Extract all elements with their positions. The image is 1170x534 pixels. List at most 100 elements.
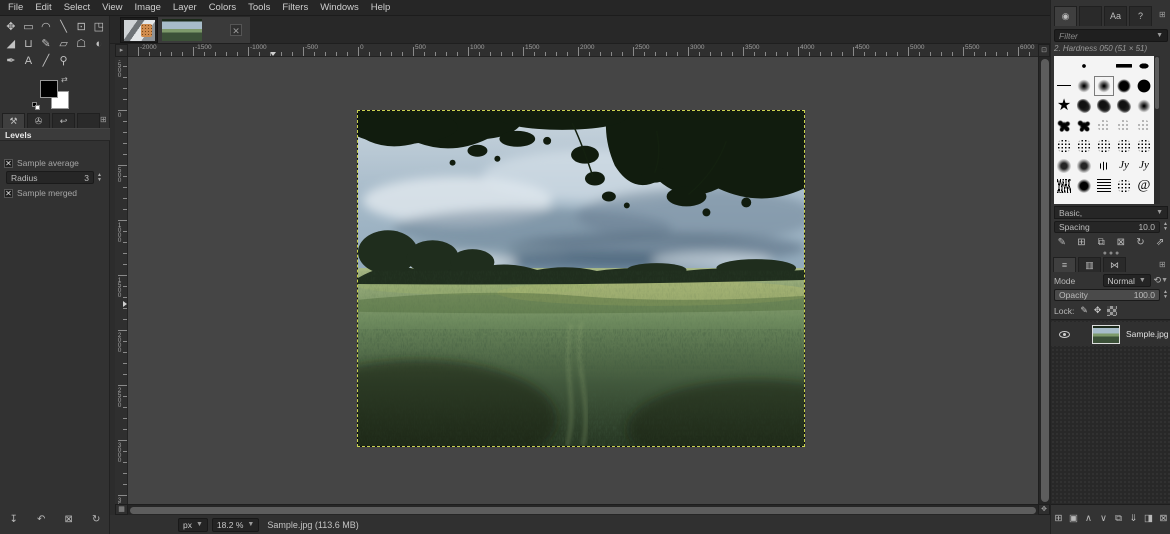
menu-item[interactable]: Windows [314,0,365,16]
brush-tag-select[interactable]: Basic, ▼ [1054,206,1168,219]
new-layer-button[interactable]: ⊞ [1053,512,1065,526]
brush-item[interactable] [1094,116,1114,136]
tab-fonts[interactable]: Aa [1104,6,1127,26]
ink-tool[interactable]: ╱ [37,53,55,70]
opacity-slider[interactable]: Opacity 100.0 [1054,289,1160,301]
menu-item[interactable]: Layer [167,0,203,16]
image-tab-wilber[interactable] [120,17,158,43]
brush-item[interactable] [1074,176,1094,196]
brush-item[interactable] [1074,136,1094,156]
foreground-color-swatch[interactable] [40,80,58,98]
brush-item[interactable] [1134,136,1154,156]
brush-item[interactable] [1074,96,1094,116]
new-layer-group-button[interactable]: ▣ [1068,512,1080,526]
tab-layers[interactable]: ≡ [1053,257,1076,272]
tab-brushes[interactable]: ◉ [1054,6,1077,26]
unified-transform-tool[interactable]: ◳ [90,19,108,36]
brush-item[interactable] [1094,156,1114,176]
quickmask-toggle-button[interactable]: ▦ [115,504,128,515]
brush-item[interactable] [1114,76,1134,96]
canvas-menu-button[interactable]: ▸ [115,44,128,57]
blend-space-switch-icon[interactable]: ⟲ [1154,275,1162,286]
opacity-spinner[interactable]: ▲▼ [1161,289,1170,301]
refresh-brushes-button[interactable]: ↻ [1132,236,1148,250]
close-tab-icon[interactable]: ✕ [230,24,242,36]
edit-brush-button[interactable]: ✎ [1054,236,1070,250]
menu-item[interactable]: Filters [276,0,314,16]
horizontal-scrollbar[interactable] [128,504,1038,515]
default-colors-icon[interactable] [32,102,41,111]
photo-canvas[interactable] [357,110,805,447]
brush-item[interactable] [1054,156,1074,176]
gradient-tool[interactable]: ◢ [2,36,20,53]
tab-undo-history[interactable]: ↩ [52,113,75,128]
brush-item[interactable] [1074,56,1094,76]
brush-item[interactable] [1114,156,1134,176]
dock-menu-icon[interactable]: ⊞ [100,115,107,125]
spacing-spinner[interactable]: ▲▼ [1161,221,1170,233]
brush-item[interactable] [1054,116,1074,136]
radius-slider[interactable]: Radius 3 [6,171,94,184]
menu-item[interactable]: View [96,0,128,16]
raise-layer-button[interactable]: ∧ [1083,512,1095,526]
zoom-tool[interactable]: ⚲ [55,53,73,70]
brush-item[interactable] [1054,176,1074,196]
dock-menu-icon[interactable]: ⊞ [1159,260,1166,270]
brush-item[interactable] [1094,96,1114,116]
brush-item[interactable] [1094,56,1114,76]
delete-layer-button[interactable]: ⊠ [1158,512,1170,526]
crop-tool[interactable]: ⊡ [72,19,90,36]
brush-item[interactable] [1114,56,1134,76]
tab-device-status[interactable]: ✇ [27,113,50,128]
save-tool-preset-button[interactable]: ↧ [6,513,22,527]
tab-document-history[interactable]: ? [1129,6,1152,26]
bucket-fill-tool[interactable]: ⊔ [20,36,38,53]
brush-item[interactable] [1114,96,1134,116]
move-tool[interactable]: ✥ [2,19,20,36]
vertical-scrollbar[interactable] [1038,57,1050,504]
menu-item[interactable]: Select [58,0,96,16]
brush-filter-input[interactable]: Filter ▼ [1054,29,1168,42]
free-select-tool[interactable]: ◠ [37,19,55,36]
tab-tool-options[interactable]: ⚒ [2,113,25,128]
image-viewport[interactable] [128,57,1038,504]
zoom-follow-window-button[interactable]: ⊡ [1038,44,1050,57]
sample-merged-checkbox[interactable]: ✕ [4,189,13,198]
visibility-eye-icon[interactable] [1059,331,1070,338]
dodge-burn-tool[interactable]: ◐ [90,36,108,53]
radius-spinner[interactable]: ▲▼ [95,171,104,184]
new-brush-button[interactable]: ⊞ [1073,236,1089,250]
tab-paths[interactable]: ⋈ [1103,257,1126,272]
brush-item[interactable] [1114,136,1134,156]
tab-channels[interactable]: ▥ [1078,257,1101,272]
brush-item[interactable] [1134,56,1154,76]
paintbrush-tool[interactable]: ✎ [37,36,55,53]
duplicate-brush-button[interactable]: ⧉ [1093,236,1109,250]
brush-item[interactable] [1074,116,1094,136]
unit-select[interactable]: px▼ [178,518,208,532]
brush-item[interactable] [1074,76,1094,96]
lower-layer-button[interactable]: ∨ [1098,512,1110,526]
brush-item[interactable] [1134,176,1154,196]
lock-position-icon[interactable]: ✥ [1094,305,1102,316]
brush-item[interactable] [1094,176,1114,196]
measure-tool[interactable]: ╲ [55,19,73,36]
brush-item[interactable] [1114,116,1134,136]
mode-select[interactable]: Normal ▼ [1103,274,1151,287]
dock-menu-icon[interactable]: ⊞ [1159,10,1166,20]
open-brush-as-image-button[interactable]: ⇗ [1152,236,1168,250]
text-tool[interactable]: A [20,53,38,70]
merge-down-button[interactable]: ⇓ [1128,512,1140,526]
add-layer-mask-button[interactable]: ◨ [1143,512,1155,526]
menu-item[interactable]: File [2,0,29,16]
brush-item[interactable] [1054,136,1074,156]
tab-image-thumbnail[interactable] [77,113,100,128]
brush-item[interactable] [1094,76,1114,96]
delete-tool-preset-button[interactable]: ⊠ [61,513,77,527]
brush-item[interactable] [1134,156,1154,176]
restore-tool-preset-button[interactable]: ↶ [33,513,49,527]
layer-row[interactable]: Sample.jpg [1051,322,1170,346]
vertical-ruler[interactable]: -5000500100015002000250030003500 [115,57,128,504]
menu-item[interactable]: Help [365,0,397,16]
rectangle-select-tool[interactable]: ▭ [20,19,38,36]
